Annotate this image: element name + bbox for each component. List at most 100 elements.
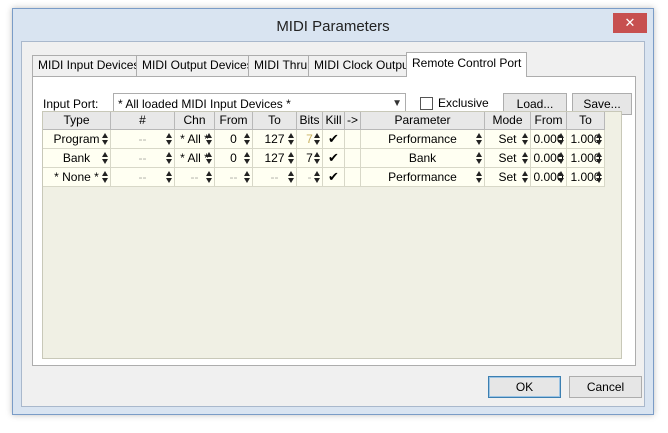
bits-value: - <box>307 170 312 184</box>
spinner-icon[interactable] <box>558 152 564 164</box>
number-value: -- <box>138 170 147 184</box>
spinner-icon[interactable] <box>476 133 482 145</box>
param-from-cell[interactable]: 0.000 <box>531 149 567 168</box>
spinner-icon[interactable] <box>522 133 528 145</box>
tab-midi-input-devices[interactable]: MIDI Input Devices <box>32 55 146 76</box>
spinner-icon[interactable] <box>522 152 528 164</box>
spinner-icon[interactable] <box>288 152 294 164</box>
spinner-icon[interactable] <box>206 133 212 145</box>
header-param-to[interactable]: To <box>567 112 605 130</box>
midi-parameters-window: MIDI Parameters ✕ MIDI Input Devices MID… <box>12 8 654 415</box>
spinner-icon[interactable] <box>314 133 320 145</box>
bits-cell[interactable]: 7 <box>297 130 323 149</box>
ok-button[interactable]: OK <box>488 376 561 398</box>
header-kill[interactable]: Kill <box>323 112 345 130</box>
exclusive-checkbox[interactable] <box>420 97 433 110</box>
dialog-client-area: MIDI Input Devices MIDI Output Devices M… <box>21 41 645 407</box>
type-cell[interactable]: Program <box>43 130 111 149</box>
from-cell[interactable]: -- <box>215 168 253 187</box>
from-value: -- <box>229 170 238 184</box>
param-to-cell[interactable]: 1.000 <box>567 168 605 187</box>
from-cell[interactable]: 0 <box>215 149 253 168</box>
type-value: * None * <box>54 170 99 184</box>
parameter-cell[interactable]: Performance <box>361 168 485 187</box>
tab-midi-output-devices[interactable]: MIDI Output Devices <box>136 55 259 76</box>
spinner-icon[interactable] <box>166 171 172 183</box>
to-cell[interactable]: 127 <box>253 149 297 168</box>
spinner-icon[interactable] <box>244 152 250 164</box>
spinner-icon[interactable] <box>166 133 172 145</box>
param-from-cell[interactable]: 0.000 <box>531 130 567 149</box>
parameter-value: Performance <box>388 132 457 146</box>
channel-value: -- <box>190 170 199 184</box>
header-parameter[interactable]: Parameter <box>361 112 485 130</box>
spinner-icon[interactable] <box>558 133 564 145</box>
spinner-icon[interactable] <box>596 133 602 145</box>
spinner-icon[interactable] <box>102 171 108 183</box>
number-cell[interactable]: -- <box>111 149 175 168</box>
spinner-icon[interactable] <box>314 152 320 164</box>
kill-checkmark-icon[interactable]: ✔ <box>323 149 345 168</box>
spinner-icon[interactable] <box>476 171 482 183</box>
spinner-icon[interactable] <box>558 171 564 183</box>
mode-cell[interactable]: Set <box>485 168 531 187</box>
bits-cell[interactable]: - <box>297 168 323 187</box>
exclusive-label: Exclusive <box>438 96 489 110</box>
close-button[interactable]: ✕ <box>613 13 647 33</box>
spinner-icon[interactable] <box>102 152 108 164</box>
param-from-cell[interactable]: 0.000 <box>531 168 567 187</box>
mode-cell[interactable]: Set <box>485 130 531 149</box>
header-arrow[interactable]: -> <box>345 112 361 130</box>
kill-checkmark-icon[interactable]: ✔ <box>323 130 345 149</box>
param-to-cell[interactable]: 1.000 <box>567 130 605 149</box>
spinner-icon[interactable] <box>206 171 212 183</box>
spinner-icon[interactable] <box>288 171 294 183</box>
header-from[interactable]: From <box>215 112 253 130</box>
spinner-icon[interactable] <box>314 171 320 183</box>
kill-checkmark-icon[interactable]: ✔ <box>323 168 345 187</box>
cancel-button[interactable]: Cancel <box>569 376 642 398</box>
parameter-cell[interactable]: Bank <box>361 149 485 168</box>
bits-cell[interactable]: 7 <box>297 149 323 168</box>
spinner-icon[interactable] <box>102 133 108 145</box>
type-cell[interactable]: * None * <box>43 168 111 187</box>
to-cell[interactable]: -- <box>253 168 297 187</box>
mode-cell[interactable]: Set <box>485 149 531 168</box>
parameter-cell[interactable]: Performance <box>361 130 485 149</box>
tab-midi-thru[interactable]: MIDI Thru <box>248 55 314 76</box>
channel-cell[interactable]: * All * <box>175 149 215 168</box>
spinner-icon[interactable] <box>476 152 482 164</box>
spinner-icon[interactable] <box>206 152 212 164</box>
spinner-icon[interactable] <box>288 133 294 145</box>
header-channel[interactable]: Chn <box>175 112 215 130</box>
spinner-icon[interactable] <box>166 152 172 164</box>
channel-cell[interactable]: * All * <box>175 130 215 149</box>
spinner-icon[interactable] <box>522 171 528 183</box>
to-cell[interactable]: 127 <box>253 130 297 149</box>
from-cell[interactable]: 0 <box>215 130 253 149</box>
tab-midi-clock-output[interactable]: MIDI Clock Output <box>308 55 419 76</box>
title-bar[interactable]: MIDI Parameters ✕ <box>13 9 653 41</box>
channel-cell[interactable]: -- <box>175 168 215 187</box>
number-cell[interactable]: -- <box>111 168 175 187</box>
type-value: Bank <box>62 151 91 165</box>
header-param-from[interactable]: From <box>531 112 567 130</box>
tab-remote-control-port[interactable]: Remote Control Port <box>406 52 528 77</box>
to-value: 127 <box>264 132 285 146</box>
spinner-icon[interactable] <box>596 152 602 164</box>
header-bits[interactable]: Bits <box>297 112 323 130</box>
from-value: 0 <box>230 132 237 146</box>
spinner-icon[interactable] <box>596 171 602 183</box>
spinner-icon[interactable] <box>244 133 250 145</box>
input-port-value: * All loaded MIDI Input Devices * <box>118 97 291 111</box>
type-cell[interactable]: Bank <box>43 149 111 168</box>
to-value: 127 <box>264 151 285 165</box>
spinner-icon[interactable] <box>244 171 250 183</box>
header-number[interactable]: # <box>111 112 175 130</box>
header-mode[interactable]: Mode <box>485 112 531 130</box>
channel-value: * All * <box>180 151 209 165</box>
number-cell[interactable]: -- <box>111 130 175 149</box>
header-type[interactable]: Type <box>43 112 111 130</box>
header-to[interactable]: To <box>253 112 297 130</box>
param-to-cell[interactable]: 1.000 <box>567 149 605 168</box>
